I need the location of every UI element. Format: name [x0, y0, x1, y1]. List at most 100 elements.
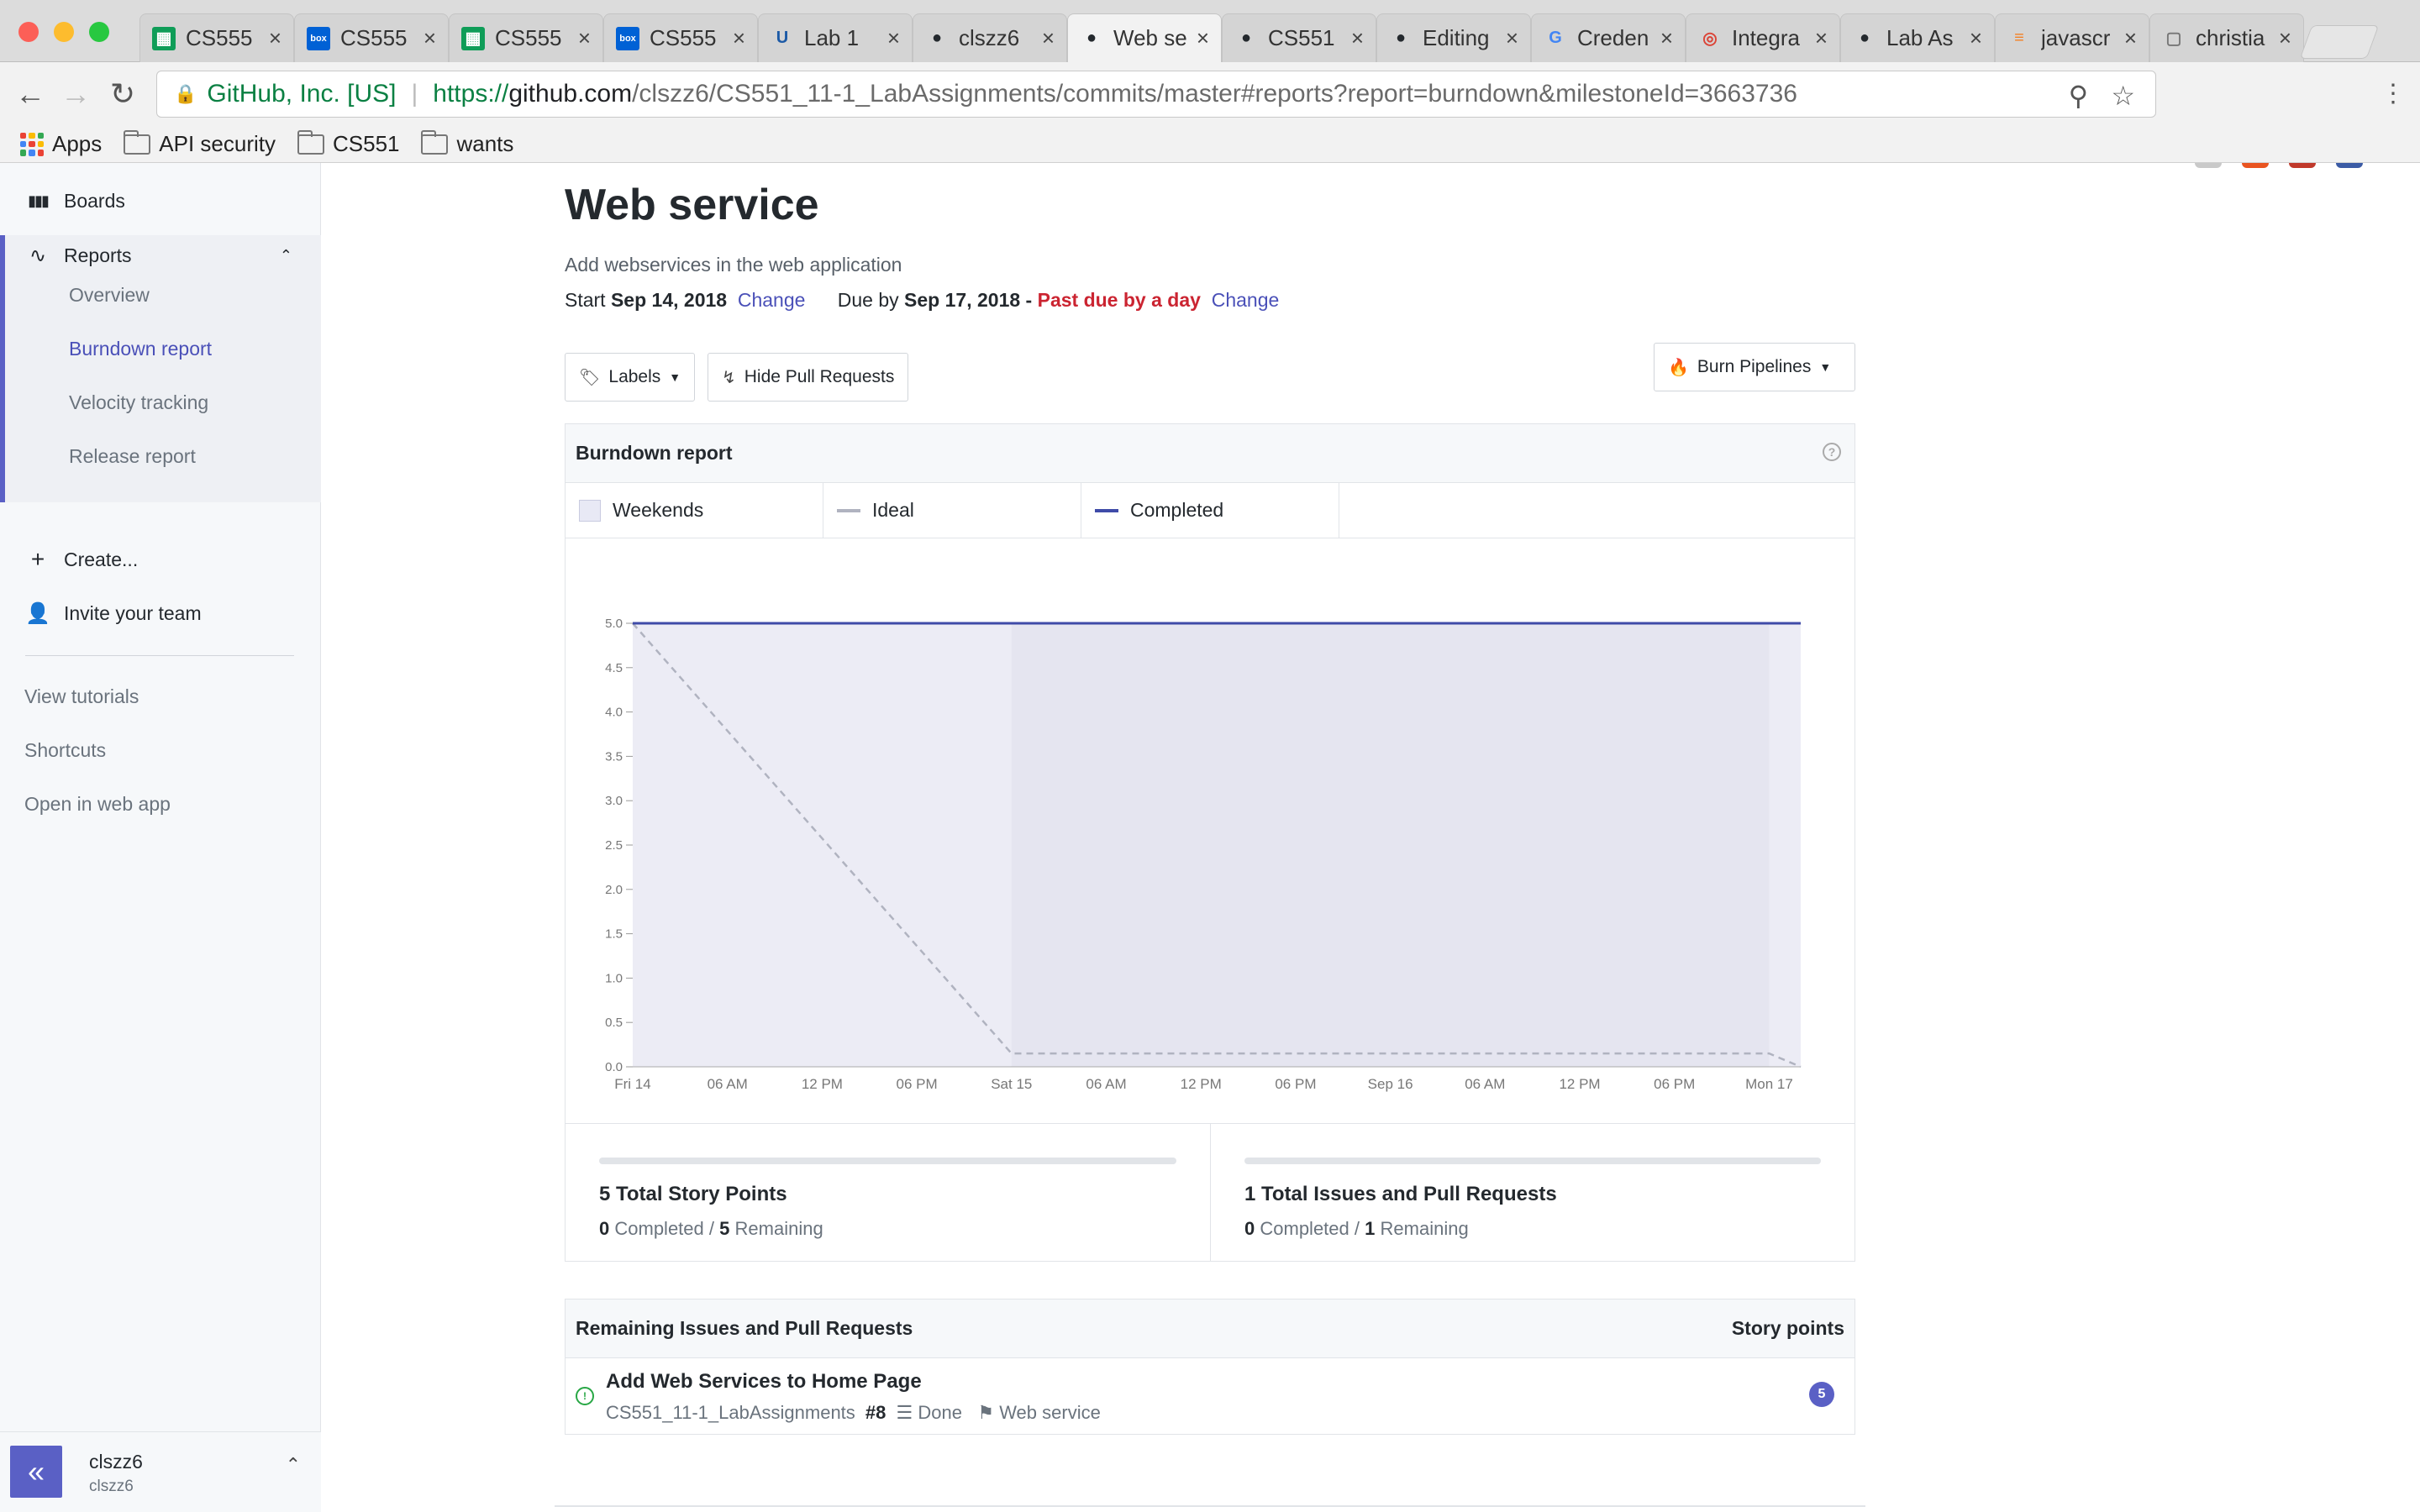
maximize-window-icon[interactable] — [89, 22, 109, 42]
shortcuts-link[interactable]: Shortcuts — [24, 739, 106, 762]
milestone-dates: Start Sep 14, 2018 Change Due by Sep 17,… — [565, 289, 1280, 311]
burndown-panel: Burndown report ? Weekends Ideal Completed… — [565, 423, 1855, 1262]
browser-tab[interactable]: ◎ Integra × — [1686, 13, 1840, 62]
open-in-web-app-link[interactable]: Open in web app — [24, 793, 171, 816]
x-tick-label: 06 AM — [1465, 1076, 1505, 1092]
collapse-sidebar-button[interactable]: « — [10, 1446, 62, 1498]
zenhub-sidebar: ▮▮▮ Boards ∿ Reports ⌃ Overview Burndown… — [0, 163, 321, 1512]
browser-tab[interactable]: ▦ CS555 × — [449, 13, 603, 62]
lock-icon: 🔒 — [174, 83, 197, 104]
reports-group: ∿ Reports ⌃ Overview Burndown report Vel… — [0, 235, 321, 502]
view-tutorials-link[interactable]: View tutorials — [24, 685, 139, 708]
report-link-velocity[interactable]: Velocity tracking — [69, 391, 208, 414]
minimize-window-icon[interactable] — [54, 22, 74, 42]
close-tab-icon[interactable]: × — [578, 25, 591, 51]
close-tab-icon[interactable]: × — [1815, 25, 1828, 51]
issue-number: #8 — [865, 1402, 886, 1423]
y-tick-label: 2.5 — [605, 838, 623, 853]
issue-row[interactable]: ! Add Web Services to Home Page CS551_11… — [566, 1358, 1854, 1434]
browser-tab[interactable]: G Creden × — [1531, 13, 1686, 62]
help-icon[interactable]: ? — [1823, 443, 1841, 461]
close-tab-icon[interactable]: × — [424, 25, 436, 51]
close-tab-icon[interactable]: × — [1042, 25, 1055, 51]
tab-title: christia — [2196, 25, 2265, 50]
issues-progress — [1244, 1158, 1821, 1164]
labels-filter-button[interactable]: 🏷 Labels ▼ — [565, 353, 696, 402]
x-tick-label: Mon 17 — [1745, 1076, 1793, 1092]
create-button[interactable]: + Create... — [0, 546, 321, 573]
new-tab-button[interactable] — [2299, 25, 2380, 59]
legend-item[interactable]: Completed — [1081, 483, 1339, 538]
tab-title: CS551 — [1268, 25, 1335, 50]
flame-icon: 🔥 — [1668, 358, 1689, 377]
close-tab-icon[interactable]: × — [1506, 25, 1518, 51]
remaining-issues-header: Remaining Issues and Pull Requests Story… — [566, 1299, 1854, 1358]
change-due-link[interactable]: Change — [1212, 289, 1280, 311]
browser-tab[interactable]: ● Editing × — [1376, 13, 1531, 62]
change-start-link[interactable]: Change — [738, 289, 806, 311]
url-host: github.com — [508, 80, 633, 108]
close-tab-icon[interactable]: × — [1660, 25, 1673, 51]
sheets-icon: ▦ — [461, 26, 485, 50]
secure-origin-label: GitHub, Inc. [US] — [207, 80, 397, 108]
sidebar-item-reports[interactable]: ∿ Reports ⌃ — [0, 244, 321, 268]
report-link-release[interactable]: Release report — [69, 445, 196, 468]
browser-tab[interactable]: ▢ christia × — [2149, 13, 2304, 62]
pipeline-icon: ☰ — [896, 1402, 913, 1423]
browser-tab[interactable]: ● Lab As × — [1840, 13, 1995, 62]
forward-arrow-icon[interactable]: → — [59, 77, 92, 111]
close-tab-icon[interactable]: × — [1197, 25, 1209, 51]
close-tab-icon[interactable]: × — [2279, 25, 2291, 51]
close-tab-icon[interactable]: × — [1970, 25, 1982, 51]
milestone-icon: ⚑ — [977, 1402, 995, 1423]
back-arrow-icon[interactable]: ← — [13, 77, 47, 111]
close-tab-icon[interactable]: × — [269, 25, 281, 51]
browser-tab[interactable]: ● Web se × — [1067, 13, 1222, 62]
folder-icon — [124, 129, 151, 155]
github-icon: ● — [931, 29, 943, 47]
issue-pipeline: Done — [918, 1402, 962, 1423]
report-link-burndown[interactable]: Burndown report — [69, 338, 212, 360]
folder-icon — [297, 129, 324, 155]
zoom-search-icon[interactable]: ⚲ — [2069, 80, 2088, 112]
bookmark-folder-wants[interactable]: wants — [421, 129, 513, 157]
close-window-icon[interactable] — [18, 22, 39, 42]
bookmark-folder-cs551[interactable]: CS551 — [297, 129, 399, 157]
hide-pull-requests-button[interactable]: ↯ Hide Pull Requests — [708, 353, 909, 402]
box-icon: box — [307, 26, 330, 50]
browser-tab[interactable]: ▦ CS555 × — [139, 13, 294, 62]
close-tab-icon[interactable]: × — [887, 25, 900, 51]
reload-icon[interactable]: ↻ — [106, 77, 139, 111]
document-icon: ▢ — [2165, 29, 2182, 48]
burn-pipelines-button[interactable]: 🔥 Burn Pipelines ▼ — [1654, 343, 1855, 391]
bookmark-apps[interactable]: Apps — [20, 131, 102, 157]
browser-tab[interactable]: ≡ javascr × — [1995, 13, 2149, 62]
browser-tab[interactable]: ● CS551 × — [1222, 13, 1376, 62]
chrome-menu-icon[interactable]: ⋮ — [2376, 77, 2410, 111]
legend-item[interactable]: Weekends — [566, 483, 823, 538]
tab-title: Lab 1 — [804, 25, 860, 50]
browser-tab[interactable]: ● clszz6 × — [913, 13, 1067, 62]
burndown-panel-header: Burndown report ? — [566, 424, 1854, 483]
legend-item[interactable]: Ideal — [823, 483, 1081, 538]
close-tab-icon[interactable]: × — [733, 25, 745, 51]
chevron-up-icon[interactable]: ⌃ — [286, 1454, 301, 1476]
sidebar-item-boards[interactable]: ▮▮▮ Boards — [0, 190, 321, 213]
x-tick-label: Sep 16 — [1368, 1076, 1413, 1092]
chevron-up-icon[interactable]: ⌃ — [280, 247, 292, 265]
bookmark-folder-api-security[interactable]: API security — [124, 129, 276, 157]
close-tab-icon[interactable]: × — [1351, 25, 1364, 51]
close-tab-icon[interactable]: × — [2124, 25, 2137, 51]
browser-tab[interactable]: box CS555 × — [603, 13, 758, 62]
issue-title[interactable]: Add Web Services to Home Page — [606, 1370, 922, 1394]
browser-tab[interactable]: box CS555 × — [294, 13, 449, 62]
browser-tab[interactable]: U Lab 1 × — [758, 13, 913, 62]
report-link-overview[interactable]: Overview — [69, 284, 150, 307]
footer-divider — [555, 1505, 1865, 1507]
url-bar[interactable]: 🔒 GitHub, Inc. [US] | https:// github.co… — [156, 71, 2156, 118]
remaining-issues-panel: Remaining Issues and Pull Requests Story… — [565, 1299, 1855, 1435]
issue-meta: CS551_11-1_LabAssignments #8 ☰ Done ⚑ We… — [606, 1402, 1101, 1424]
bookmark-star-icon[interactable]: ☆ — [2111, 80, 2135, 112]
y-tick-label: 3.0 — [605, 794, 623, 808]
invite-team-button[interactable]: 👤 Invite your team — [0, 601, 321, 626]
